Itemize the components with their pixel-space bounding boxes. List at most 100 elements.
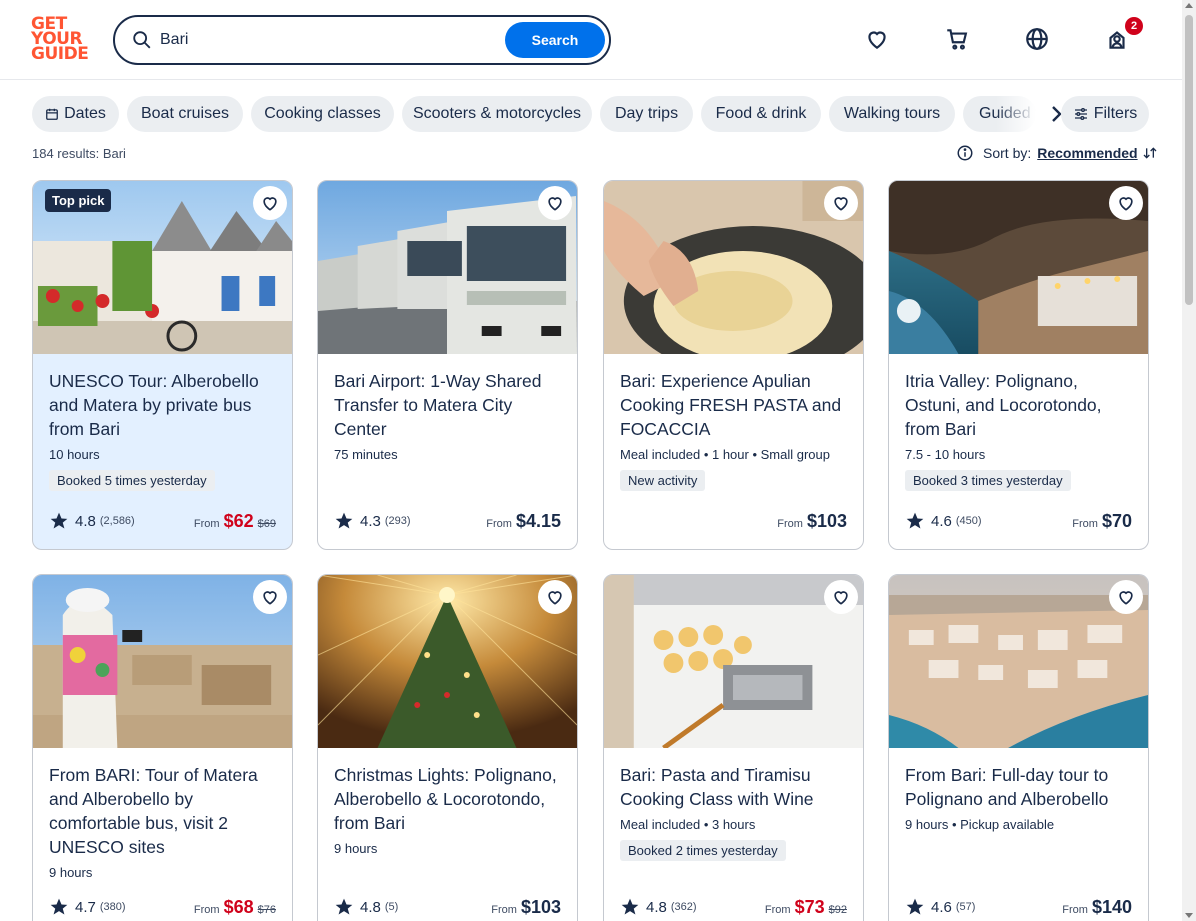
heart-icon	[834, 591, 848, 605]
review-count: (380)	[99, 901, 126, 913]
wishlist-button[interactable]	[1109, 580, 1143, 614]
wishlist-button[interactable]	[824, 186, 858, 220]
card-meta: 10 hours	[49, 447, 100, 462]
wishlist-button[interactable]	[253, 580, 287, 614]
chip-label: Boat cruises	[140, 105, 230, 122]
from-label: From	[193, 517, 220, 530]
chip-day-trips[interactable]: Day trips	[600, 96, 693, 132]
activity-card[interactable]: Bari: Pasta and Tiramisu Cooking Class w…	[603, 574, 864, 921]
card-footer: 4.8 (2,586) From $62 $69	[49, 510, 276, 532]
chip-dates[interactable]: Dates	[32, 96, 119, 132]
heart-icon	[263, 197, 277, 211]
rating-value: 4.6	[931, 512, 952, 530]
card-title[interactable]: From Bari: Full-day tour to Polignano an…	[905, 763, 1137, 811]
price: From $103	[777, 511, 847, 532]
sort-label: Sort by:	[983, 145, 1032, 161]
card-body: Christmas Lights: Polignano, Alberobello…	[334, 763, 566, 856]
card-meta: 75 minutes	[334, 447, 398, 462]
from-label: From	[777, 517, 803, 530]
search-input[interactable]	[160, 27, 490, 53]
star-icon	[906, 512, 924, 529]
chip-cooking-classes[interactable]: Cooking classes	[251, 96, 394, 132]
sort-arrows-icon[interactable]	[1142, 145, 1158, 161]
price: From $73 $92	[765, 897, 847, 918]
activity-card[interactable]: Bari Airport: 1-Way Shared Transfer to M…	[317, 180, 578, 550]
globe-icon[interactable]	[1024, 26, 1050, 52]
heart-icon	[834, 197, 848, 211]
review-count: (57)	[955, 901, 976, 913]
rating: 4.8 (2,586)	[49, 511, 135, 531]
chip-food-drink[interactable]: Food & drink	[701, 96, 821, 132]
price: From $4.15	[486, 511, 561, 532]
chip-walking-tours[interactable]: Walking tours	[829, 96, 955, 132]
card-title[interactable]: Bari: Pasta and Tiramisu Cooking Class w…	[620, 763, 852, 811]
search-bar: Search	[113, 15, 611, 65]
review-count: (5)	[384, 901, 399, 913]
star-icon	[335, 512, 353, 529]
price-amount: $73	[794, 896, 825, 917]
heart-icon[interactable]	[864, 26, 890, 52]
chip-label: Dates	[64, 105, 106, 122]
sort-control[interactable]: Sort by: Recommended	[956, 144, 1158, 162]
chip-scooters[interactable]: Scooters & motorcycles	[402, 96, 592, 132]
chip-boat-cruises[interactable]: Boat cruises	[127, 96, 243, 132]
card-meta: 9 hours	[334, 841, 378, 856]
scroll-thumb[interactable]	[1185, 15, 1193, 305]
activity-card[interactable]: Itria Valley: Polignano, Ostuni, and Loc…	[888, 180, 1149, 550]
wishlist-button[interactable]	[538, 580, 572, 614]
card-tag: Booked 2 times yesterday	[620, 840, 786, 861]
card-tag: Booked 5 times yesterday	[49, 470, 215, 491]
activity-card[interactable]: Christmas Lights: Polignano, Alberobello…	[317, 574, 578, 921]
results-count: 184 results: Bari	[32, 146, 126, 161]
page-scrollbar[interactable]	[1182, 0, 1196, 921]
wishlist-button[interactable]	[1109, 186, 1143, 220]
getyourguide-logo[interactable]: GET YOUR GUIDE	[31, 16, 91, 63]
heart-icon	[263, 591, 277, 605]
rating-value: 4.7	[75, 898, 96, 916]
card-title[interactable]: Itria Valley: Polignano, Ostuni, and Loc…	[905, 369, 1137, 441]
activity-card[interactable]: Bari: Experience Apulian Cooking FRESH P…	[603, 180, 864, 550]
from-label: From	[193, 903, 220, 916]
card-footer: 4.7 (380) From $68 $76	[49, 896, 276, 918]
rating-value: 4.8	[646, 898, 667, 916]
scroll-up-arrow[interactable]	[1185, 3, 1193, 8]
star-icon	[335, 898, 353, 915]
card-footer: 4.3 (293) From $4.15	[334, 510, 561, 532]
price: From $140	[1062, 897, 1132, 918]
chip-label: Scooters & motorcycles	[412, 105, 582, 122]
activity-card[interactable]: From BARI: Tour of Matera and Alberobell…	[32, 574, 293, 921]
card-meta: Meal included • 3 hours	[620, 817, 756, 832]
search-button[interactable]: Search	[505, 22, 605, 58]
activity-card[interactable]: From Bari: Full-day tour to Polignano an…	[888, 574, 1149, 921]
wishlist-button[interactable]	[538, 186, 572, 220]
card-title[interactable]: Christmas Lights: Polignano, Alberobello…	[334, 763, 566, 835]
from-label: From	[491, 903, 517, 916]
wishlist-button[interactable]	[824, 580, 858, 614]
scroll-down-arrow[interactable]	[1185, 913, 1193, 918]
rating-value: 4.3	[360, 512, 381, 530]
card-title[interactable]: Bari Airport: 1-Way Shared Transfer to M…	[334, 369, 566, 441]
price-amount: $68	[223, 896, 254, 917]
sort-value[interactable]: Recommended	[1037, 145, 1137, 161]
calendar-icon	[46, 108, 58, 120]
info-icon[interactable]	[956, 144, 974, 162]
card-meta: Meal included • 1 hour • Small group	[620, 447, 830, 462]
price-amount: $70	[1101, 510, 1132, 531]
heart-icon	[548, 591, 562, 605]
review-count: (450)	[955, 515, 982, 527]
rating: 4.8 (362)	[620, 897, 697, 917]
cart-icon[interactable]	[944, 26, 970, 52]
card-title[interactable]: From BARI: Tour of Matera and Alberobell…	[49, 763, 281, 859]
heart-icon	[548, 197, 562, 211]
price-amount: $140	[1091, 896, 1132, 917]
wishlist-button[interactable]	[253, 186, 287, 220]
card-body: Bari: Pasta and Tiramisu Cooking Class w…	[620, 763, 852, 861]
filters-button[interactable]: Filters	[1061, 96, 1149, 132]
from-label: From	[486, 517, 512, 530]
star-icon	[50, 898, 68, 915]
activity-card[interactable]: Top pick UNESCO Tour: Alberobello and Ma…	[32, 180, 293, 550]
category-chips: Dates Boat cruises Cooking classes Scoot…	[32, 96, 1152, 132]
card-body: Itria Valley: Polignano, Ostuni, and Loc…	[905, 369, 1137, 491]
card-title[interactable]: Bari: Experience Apulian Cooking FRESH P…	[620, 369, 852, 441]
card-title[interactable]: UNESCO Tour: Alberobello and Matera by p…	[49, 369, 281, 441]
